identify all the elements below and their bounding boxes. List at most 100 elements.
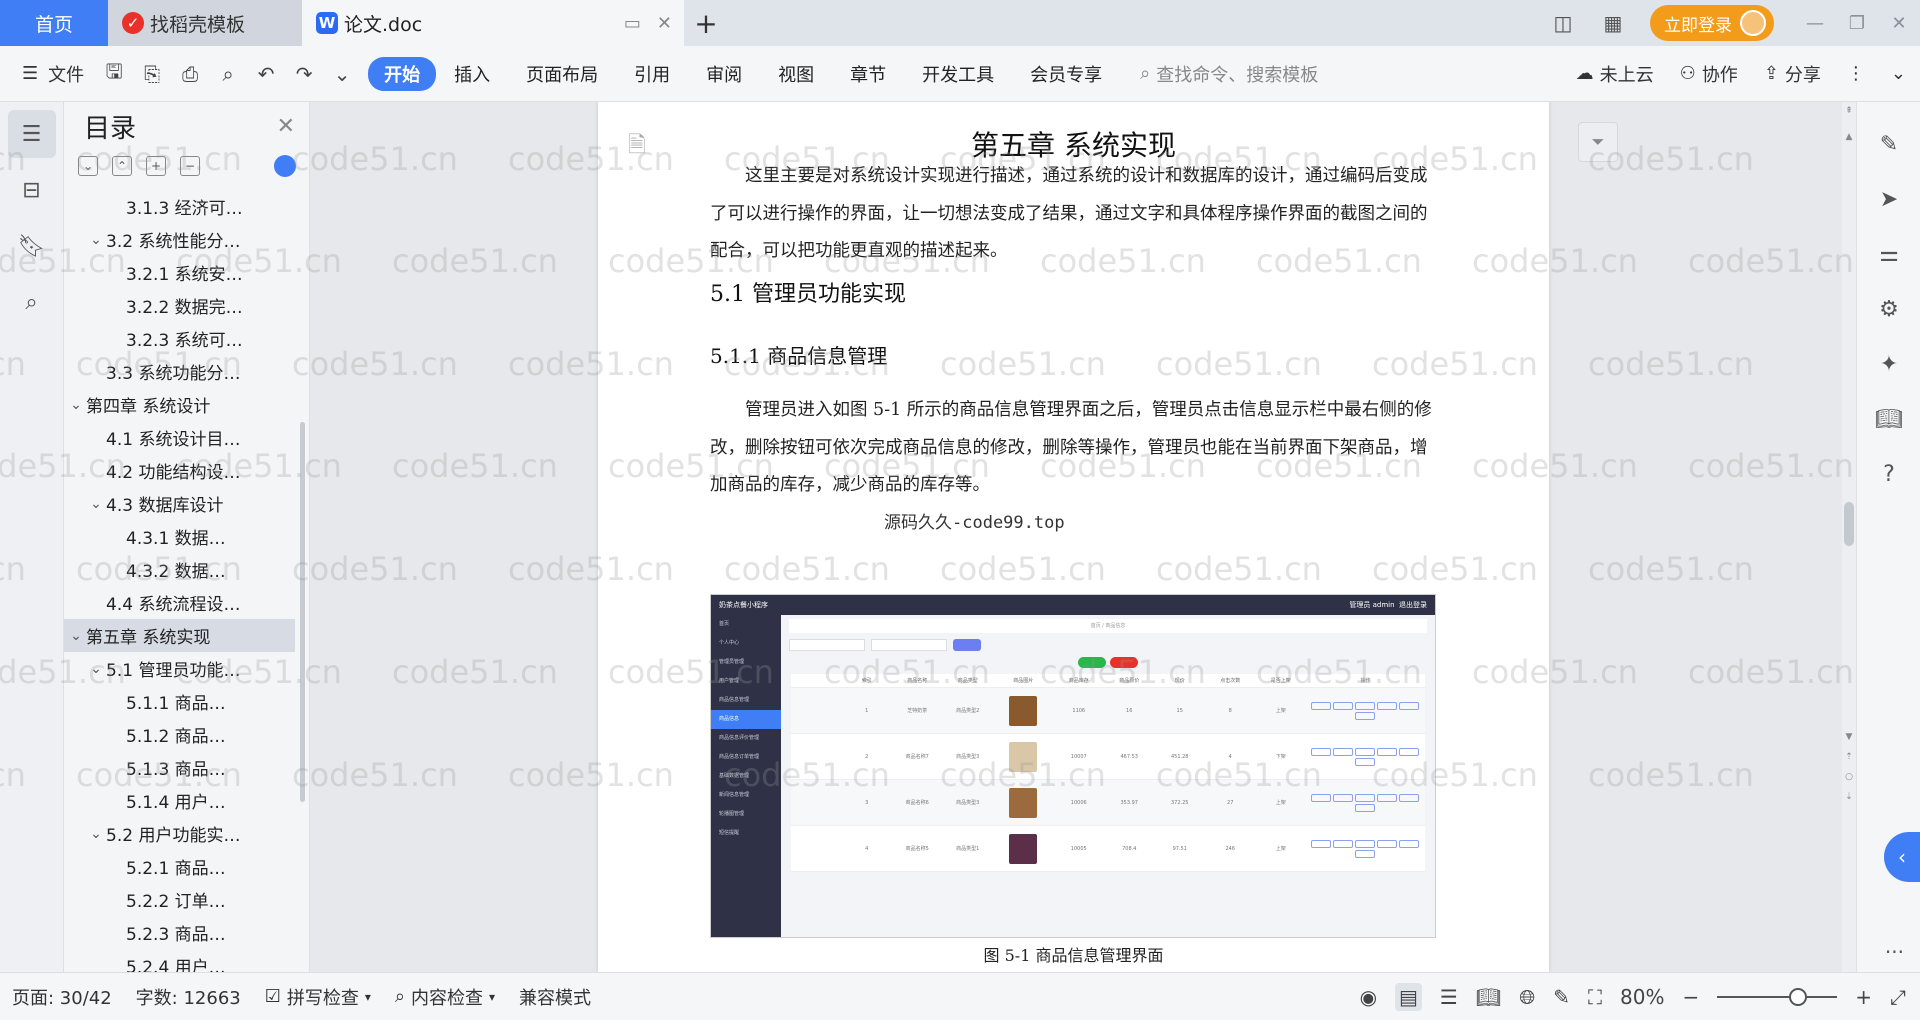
fit-page-icon[interactable]: ⛶	[1588, 985, 1602, 1009]
collapse-ribbon-icon[interactable]: ⌄	[1891, 63, 1906, 84]
page-filter-icon[interactable]: ⏷	[1578, 122, 1618, 162]
write-view-icon[interactable]: ✎	[1553, 985, 1570, 1009]
outline-view-icon[interactable]: ☰	[1440, 985, 1458, 1009]
new-tab-button[interactable]: +	[684, 0, 728, 46]
next-page-icon[interactable]: ⇣	[1844, 792, 1854, 802]
print-preview-icon[interactable]: ⌕	[214, 60, 242, 88]
toc-item[interactable]: ⌄ 3.2 系统性能分…	[64, 223, 295, 256]
remove-heading-icon[interactable]: −	[180, 156, 200, 176]
file-menu[interactable]: ☰ 文件	[0, 61, 100, 87]
page-select-icon[interactable]: ○	[1844, 772, 1854, 782]
bookmark-icon[interactable]: 🔖︎	[8, 222, 56, 270]
scroll-down-icon[interactable]: ▼	[1844, 732, 1854, 742]
more-icon[interactable]: ⋮	[1847, 63, 1865, 84]
fullscreen-icon[interactable]: ⤢	[1890, 985, 1906, 1009]
add-heading-icon[interactable]: +	[146, 156, 166, 176]
expand-panel-icon[interactable]: ‹	[1884, 832, 1920, 882]
chevron-down-icon[interactable]: ⌄	[66, 628, 86, 644]
screen-icon[interactable]: ▭	[624, 13, 641, 34]
print-icon[interactable]: ⎙	[176, 60, 204, 88]
smart-tool-icon[interactable]: ⚙	[1857, 287, 1920, 331]
chevron-down-icon[interactable]: ⌄	[86, 661, 106, 677]
embedded-screenshot[interactable]: 奶茶点餐小程序 管理员 admin 退出登录 首页 个人中心 管理员管理 用户管理 商品…	[710, 594, 1436, 938]
command-search[interactable]: ⌕ 查找命令、搜索模板	[1140, 61, 1318, 87]
zoom-level[interactable]: 80%	[1620, 985, 1664, 1009]
ribbon-tab-4[interactable]: 审阅	[688, 61, 760, 87]
login-button[interactable]: 立即登录	[1650, 5, 1774, 41]
pen-icon[interactable]: ✎	[1857, 122, 1920, 166]
chapter-nav-icon[interactable]: ⊟	[8, 166, 56, 214]
more-options-icon[interactable]: ···	[1885, 940, 1904, 964]
chevron-down-icon[interactable]: ⌄	[66, 397, 86, 413]
toc-item[interactable]: ⌄ 第四章 系统设计	[64, 388, 295, 421]
zoom-knob[interactable]	[1789, 987, 1808, 1006]
content-check[interactable]: ⌕ 内容检查 ▾	[383, 984, 507, 1010]
toc-item[interactable]: 3.2.1 系统安…	[64, 256, 295, 289]
toc-item[interactable]: 5.2.1 商品…	[64, 850, 295, 883]
eye-protect-icon[interactable]: ◉	[1360, 985, 1377, 1009]
toc-item[interactable]: 5.2.2 订单…	[64, 883, 295, 916]
ribbon-tab-8[interactable]: 会员专享	[1012, 61, 1120, 87]
zoom-slider[interactable]	[1717, 987, 1838, 1006]
document-page[interactable]: 🗎︎ 第五章 系统实现 这里主要是对系统设计实现进行描述，通过系统的设计和数据库…	[598, 102, 1549, 972]
toc-item[interactable]: 5.2.4 用户…	[64, 949, 295, 972]
toc-item[interactable]: 3.3 系统功能分…	[64, 355, 295, 388]
toc-item[interactable]: 4.4 系统流程设…	[64, 586, 295, 619]
collapse-icon[interactable]: ⌃	[112, 156, 132, 176]
undo-icon[interactable]: ↶	[252, 60, 280, 88]
toc-item[interactable]: 5.1.1 商品…	[64, 685, 295, 718]
zoom-out-icon[interactable]: −	[1682, 985, 1699, 1009]
toc-item[interactable]: 5.1.2 商品…	[64, 718, 295, 751]
tab-document[interactable]: W 论文.doc ▭ ✕	[302, 0, 684, 46]
toc-item[interactable]: 4.2 功能结构设…	[64, 454, 295, 487]
toc-item[interactable]: 5.2.3 商品…	[64, 916, 295, 949]
ribbon-tab-7[interactable]: 开发工具	[904, 61, 1012, 87]
apps-grid-icon[interactable]: ▦	[1588, 11, 1638, 35]
toc-item[interactable]: ⌄ 5.1 管理员功能…	[64, 652, 295, 685]
scroll-thumb[interactable]	[1844, 502, 1854, 546]
zoom-in-icon[interactable]: +	[1855, 985, 1872, 1009]
tab-home[interactable]: 首页	[0, 0, 108, 46]
collab-button[interactable]: ⚇ 协作	[1680, 61, 1738, 87]
chevron-down-icon[interactable]: ⌄	[86, 232, 106, 248]
vertical-scrollbar[interactable]: ⇞ ▲ ▼ ⇡ ○ ⇣	[1842, 102, 1856, 972]
close-window-icon[interactable]: ✕	[1878, 13, 1920, 34]
save-icon[interactable]: 🖫	[100, 59, 128, 88]
toc-item[interactable]: 5.1.3 商品…	[64, 751, 295, 784]
toc-item[interactable]: ⌄ 4.3 数据库设计	[64, 487, 295, 520]
ribbon-tab-6[interactable]: 章节	[832, 61, 904, 87]
expand-icon[interactable]: ⌄	[78, 156, 98, 176]
find-icon[interactable]: ⌕	[8, 278, 56, 326]
spell-check[interactable]: ☑ 拼写检查 ▾	[253, 984, 383, 1010]
toc-item[interactable]: 4.1 系统设计目…	[64, 421, 295, 454]
restore-icon[interactable]: ❐	[1836, 13, 1878, 34]
minimize-icon[interactable]: —	[1794, 13, 1836, 34]
scroll-top-icon[interactable]: ⇞	[1844, 106, 1854, 116]
chevron-down-icon[interactable]: ⌄	[86, 826, 106, 842]
compat-mode[interactable]: 兼容模式	[507, 984, 603, 1010]
pointer-icon[interactable]: ➤	[1857, 177, 1920, 221]
tab-docer[interactable]: ✓ 找稻壳模板	[108, 0, 302, 46]
prev-page-icon[interactable]: ⇡	[1844, 752, 1854, 762]
ribbon-tab-1[interactable]: 插入	[436, 61, 508, 87]
toc-item[interactable]: 4.3.2 数据…	[64, 553, 295, 586]
share-button[interactable]: ⇪ 分享	[1764, 61, 1821, 87]
page-view-icon[interactable]: ▤	[1395, 982, 1422, 1011]
toc-item[interactable]: 5.1.4 用户…	[64, 784, 295, 817]
toc-item[interactable]: 3.2.3 系统可…	[64, 322, 295, 355]
ribbon-tab-0[interactable]: 开始	[368, 56, 437, 91]
web-view-icon[interactable]: 🌐︎	[1519, 985, 1535, 1009]
toc-item[interactable]: 3.1.3 经济可…	[64, 190, 295, 223]
layout-icon[interactable]: ◫	[1538, 11, 1588, 35]
close-icon[interactable]: ✕	[277, 114, 295, 139]
scroll-up-icon[interactable]: ▲	[1844, 132, 1854, 142]
ribbon-tab-2[interactable]: 页面布局	[508, 61, 616, 87]
settings-sliders-icon[interactable]: ⚌	[1857, 232, 1920, 276]
toc-scrollbar[interactable]	[300, 422, 305, 802]
toc-nav-icon[interactable]: ☰	[7, 110, 56, 158]
export-pdf-icon[interactable]: ⎘	[138, 60, 166, 88]
toggle-view-icon[interactable]	[274, 155, 296, 177]
ribbon-tab-5[interactable]: 视图	[760, 61, 832, 87]
read-icon[interactable]: 📖︎	[1857, 397, 1920, 441]
word-count[interactable]: 字数: 12663	[124, 984, 253, 1010]
